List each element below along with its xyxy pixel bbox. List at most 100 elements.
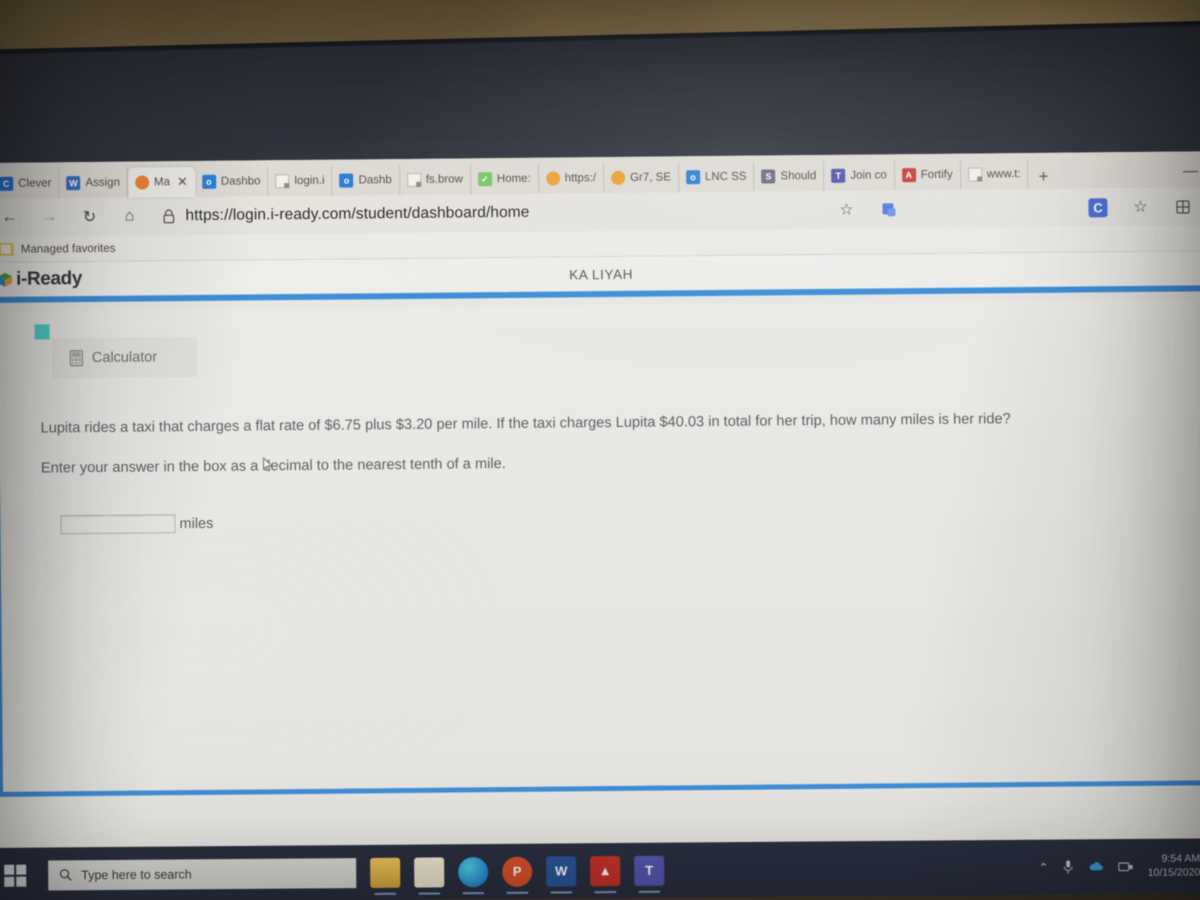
window-minimize-button[interactable]: — xyxy=(1183,162,1200,187)
calculator-button[interactable]: Calculator xyxy=(51,336,198,379)
iready-favicon: o xyxy=(685,170,701,185)
reload-icon[interactable]: ↻ xyxy=(76,204,102,230)
collections-icon[interactable] xyxy=(879,200,898,219)
chrome-favicon xyxy=(134,175,150,190)
browser-tab[interactable]: o LNC SS xyxy=(678,161,755,193)
browser-tab-title: Should xyxy=(780,170,817,183)
start-button-icon[interactable] xyxy=(4,864,27,887)
clock-time: 9:54 AM xyxy=(1161,852,1200,866)
search-icon xyxy=(59,869,72,881)
browser-tab[interactable]: o Dashb xyxy=(332,165,400,196)
network-icon[interactable] xyxy=(1118,860,1134,872)
dark-favicon: S xyxy=(761,169,776,184)
browser-tab-title: Gr7, SE xyxy=(630,171,672,184)
iready-logo-icon xyxy=(0,272,13,287)
system-tray: ⌃ 9:54 AM 10/15/2020 xyxy=(1038,853,1200,881)
browser-tab[interactable]: W Assign xyxy=(59,167,129,199)
iready-brand: i-Ready xyxy=(16,268,83,290)
check-favicon: ✓ xyxy=(477,172,492,187)
lock-icon xyxy=(163,209,175,223)
mouse-cursor-icon xyxy=(262,457,274,472)
windows-taskbar: Type here to search P W ▲ T ⌃ 9:54 AM 10/15… xyxy=(0,838,1200,900)
address-bar[interactable]: https://login.i-ready.com/student/dashbo… xyxy=(156,201,819,225)
browser-tab-title: Assign xyxy=(85,176,121,190)
bookmark-managed-favorites[interactable]: Managed favorites xyxy=(21,242,116,255)
clock-date: 10/15/2020 xyxy=(1147,865,1200,879)
show-hidden-icons-icon[interactable]: ⌃ xyxy=(1039,860,1049,874)
browser-tab-title: Ma xyxy=(153,176,171,189)
browser-tab-title: login.i xyxy=(294,174,325,188)
browser-tab[interactable]: login.i xyxy=(268,165,333,197)
browser-tab[interactable]: T Join co xyxy=(824,160,895,191)
iready-favicon: o xyxy=(339,173,354,188)
browser-tab-title: fs.brow xyxy=(425,173,463,186)
teams-favicon: T xyxy=(831,168,846,183)
browser-tab[interactable]: https:/ xyxy=(538,163,605,194)
clever-favicon: C xyxy=(0,176,14,191)
monitor-screen: C Clever W Assign Ma ✕ o Dashbo login.i o Dashb fs.… xyxy=(0,151,1200,900)
browser-tab-title: https:/ xyxy=(564,172,597,185)
browser-tab-title: Dashbo xyxy=(220,175,261,188)
page-favicon xyxy=(967,167,982,182)
edge-icon[interactable] xyxy=(458,856,489,887)
word-icon[interactable]: W xyxy=(546,855,577,887)
browser-tab[interactable]: fs.brow xyxy=(399,164,472,196)
calculator-icon xyxy=(69,350,83,367)
taskbar-search-box[interactable]: Type here to search xyxy=(48,857,357,891)
file-explorer-icon[interactable] xyxy=(370,857,401,888)
teams-icon[interactable]: T xyxy=(634,855,665,886)
browser-tab[interactable]: Gr7, SE xyxy=(603,162,680,194)
lesson-frame: Calculator Lupita rides a taxi that char… xyxy=(0,285,1200,797)
powerpoint-icon[interactable]: P xyxy=(502,856,533,887)
profile-icon[interactable] xyxy=(1173,197,1192,216)
wiki-favicon: W xyxy=(66,176,81,191)
answer-input[interactable] xyxy=(60,514,176,535)
page-favicon xyxy=(275,174,290,189)
question-line-2: Enter your answer in the box as a decima… xyxy=(40,456,506,477)
browser-tab[interactable]: S Should xyxy=(754,160,825,192)
photo-scene: C Clever W Assign Ma ✕ o Dashbo login.i o Dashb fs.… xyxy=(0,0,1200,900)
orange-favicon xyxy=(610,170,626,186)
new-tab-button[interactable]: + xyxy=(1029,167,1059,189)
taskbar-search-placeholder: Type here to search xyxy=(81,866,192,882)
browser-tab[interactable]: o Dashbo xyxy=(194,166,269,197)
microsoft-store-icon[interactable] xyxy=(414,856,445,888)
microphone-icon[interactable] xyxy=(1063,859,1075,874)
pdf-favicon: A xyxy=(901,168,916,183)
orange-favicon xyxy=(545,171,560,186)
browser-tab[interactable]: www.t: xyxy=(960,158,1029,190)
question-panel: Calculator Lupita rides a taxi that char… xyxy=(6,299,1200,792)
back-icon[interactable]: ← xyxy=(0,205,23,231)
taskbar-clock[interactable]: 9:54 AM 10/15/2020 xyxy=(1148,853,1200,880)
browser-tab[interactable]: C Clever xyxy=(0,168,60,199)
browser-tab-title: Clever xyxy=(18,177,52,190)
managed-favorites-folder-icon xyxy=(0,242,14,256)
student-name: KA LIYAH xyxy=(569,266,634,282)
teal-marker xyxy=(34,324,50,340)
favorites-bar-icon[interactable]: ☆ xyxy=(1127,194,1153,220)
address-bar-url: https://login.i-ready.com/student/dashbo… xyxy=(185,203,530,225)
forward-icon[interactable]: → xyxy=(36,204,62,230)
browser-tab[interactable]: ✓ Home: xyxy=(470,163,539,195)
home-icon[interactable]: ⌂ xyxy=(116,204,142,230)
browser-tab[interactable]: A Fortify xyxy=(894,159,961,191)
question-line-1: Lupita rides a taxi that charges a flat … xyxy=(40,411,1011,437)
browser-tab-title: Join co xyxy=(850,169,887,182)
page-favicon xyxy=(406,172,421,187)
browser-tab-title: Dashb xyxy=(358,174,392,187)
onedrive-cloud-icon[interactable] xyxy=(1089,861,1105,872)
browser-tab-title: Home: xyxy=(496,172,531,186)
favorite-star-icon[interactable]: ☆ xyxy=(833,197,859,223)
browser-tab-title: Fortify xyxy=(920,168,953,182)
answer-row: miles xyxy=(60,514,214,535)
browser-tab[interactable]: Ma ✕ xyxy=(127,166,195,198)
browser-toolbar-actions: ☆ C ☆ xyxy=(833,193,1200,223)
clever-extension-icon[interactable]: C xyxy=(1088,197,1108,217)
calculator-label: Calculator xyxy=(91,349,158,366)
tab-close-icon[interactable]: ✕ xyxy=(177,174,188,190)
question-text: Lupita rides a taxi that charges a flat … xyxy=(40,398,1138,489)
answer-unit-label: miles xyxy=(179,515,214,532)
iready-favicon: o xyxy=(201,174,216,189)
acrobat-icon[interactable]: ▲ xyxy=(590,855,621,886)
browser-tab-title: LNC SS xyxy=(704,170,747,184)
